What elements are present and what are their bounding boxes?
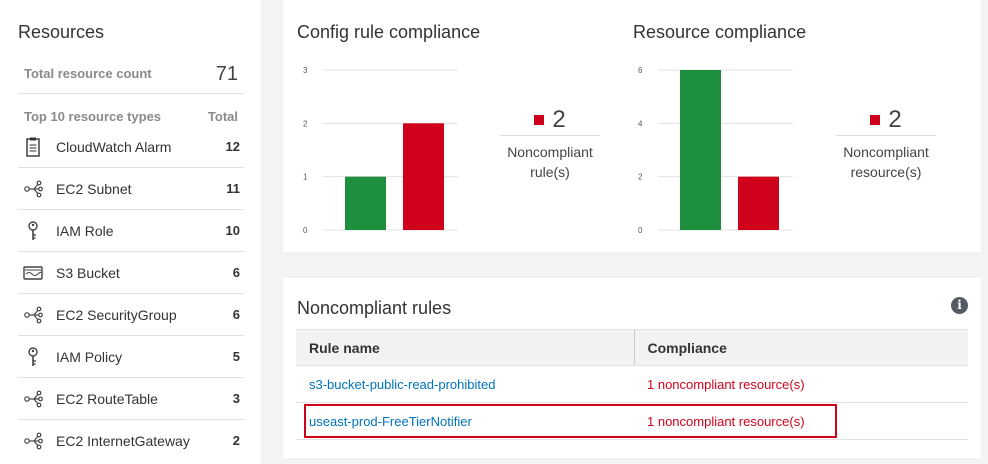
column-header-compliance[interactable]: Compliance <box>633 329 968 366</box>
y-tick-label: 3 <box>303 66 308 75</box>
noncompliant-rules-table: Rule name Compliance s3-bucket-public-re… <box>296 329 968 440</box>
noncompliant-resources-label-line2: resource(s) <box>850 164 922 180</box>
key-icon <box>22 346 44 368</box>
compliance-panel: Config rule compliance 0 1 2 3 2 Noncomplia… <box>283 0 981 252</box>
resource-type-count: 2 <box>232 433 240 448</box>
resource-type-count: 12 <box>225 139 240 154</box>
column-header-rule-name[interactable]: Rule name <box>296 329 634 366</box>
table-header-row: Rule name Compliance <box>296 329 968 366</box>
noncompliant-resources-count: 2 <box>888 105 902 133</box>
info-icon[interactable]: i <box>951 297 968 314</box>
y-tick-label: 0 <box>303 226 308 235</box>
resource-type-row[interactable]: EC2 RouteTable 3 <box>18 378 244 420</box>
resource-type-row[interactable]: EC2 Subnet 11 <box>18 168 244 210</box>
key-icon <box>22 220 44 242</box>
resource-type-count: 10 <box>225 223 240 238</box>
top-resource-types-label: Top 10 resource types <box>24 109 162 124</box>
resources-title: Resources <box>18 22 105 42</box>
total-resource-count-value: 71 <box>215 63 238 85</box>
noncompliant-swatch <box>870 114 881 125</box>
resource-type-count: 6 <box>232 265 240 280</box>
compliance-status: 1 noncompliant resource(s) <box>634 365 968 403</box>
config-rule-compliance-chart: 0 1 2 3 <box>303 66 458 235</box>
rule-name-link[interactable]: useast-prod-FreeTierNotifier <box>296 402 634 440</box>
y-tick-label: 0 <box>638 226 643 235</box>
resource-type-row[interactable]: CloudWatch Alarm 12 <box>18 126 244 168</box>
total-resource-count-label: Total resource count <box>24 66 152 81</box>
resource-type-row[interactable]: EC2 SecurityGroup 6 <box>18 294 244 336</box>
resource-type-count: 3 <box>232 391 240 406</box>
resource-type-name: IAM Role <box>56 223 114 239</box>
resource-type-count: 5 <box>232 349 240 364</box>
resource-compliance-chart: 0 2 4 6 <box>638 66 793 235</box>
network-icon <box>22 388 44 410</box>
resources-panel: Resources Total resource count 71 Top 10… <box>0 0 261 464</box>
bucket-icon <box>22 262 44 284</box>
total-column-label: Total <box>207 109 238 124</box>
resource-type-count: 6 <box>232 307 240 322</box>
y-tick-label: 6 <box>638 66 643 75</box>
resource-type-row[interactable]: S3 Bucket 6 <box>18 252 244 294</box>
resource-type-name: EC2 RouteTable <box>56 391 158 407</box>
resource-type-row[interactable]: EC2 InternetGateway 2 <box>18 420 244 462</box>
noncompliant-rules-label-line2: rule(s) <box>530 164 570 180</box>
resource-type-name: EC2 SecurityGroup <box>56 307 177 323</box>
resource-type-name: EC2 InternetGateway <box>56 433 190 449</box>
bar-noncompliant[interactable] <box>738 176 779 230</box>
noncompliant-rules-count: 2 <box>552 105 566 133</box>
resource-type-count: 11 <box>226 181 240 196</box>
resource-type-row[interactable]: IAM Policy 5 <box>18 336 244 378</box>
network-icon <box>22 178 44 200</box>
resource-compliance-title: Resource compliance <box>633 22 807 42</box>
noncompliant-swatch <box>534 114 545 125</box>
resource-type-name: IAM Policy <box>56 349 123 365</box>
y-tick-label: 2 <box>638 173 643 182</box>
bar-compliant[interactable] <box>680 70 721 230</box>
bar-compliant[interactable] <box>345 176 386 230</box>
resource-type-name: S3 Bucket <box>56 265 120 281</box>
network-icon <box>22 304 44 326</box>
rule-name-link[interactable]: s3-bucket-public-read-prohibited <box>296 365 634 403</box>
total-resource-count-row[interactable]: Total resource count 71 <box>18 56 244 94</box>
bar-noncompliant[interactable] <box>403 123 444 230</box>
resource-type-row[interactable]: IAM Role 10 <box>18 210 244 252</box>
noncompliant-rules-label-line1: Noncompliant <box>507 144 593 160</box>
resource-types-list: CloudWatch Alarm 12 EC2 Subnet 11 IAM Role 10… <box>18 126 244 462</box>
config-rule-compliance-title: Config rule compliance <box>297 22 481 42</box>
network-icon <box>22 430 44 452</box>
resource-type-name: CloudWatch Alarm <box>56 139 172 155</box>
noncompliant-rules-panel: Noncompliant rules i Rule name Complianc… <box>283 278 981 458</box>
y-tick-label: 4 <box>638 119 643 128</box>
clipboard-icon <box>22 136 44 158</box>
table-row: useast-prod-FreeTierNotifier 1 noncompli… <box>296 402 968 440</box>
noncompliant-rules-title: Noncompliant rules <box>297 298 452 318</box>
y-tick-label: 2 <box>303 119 308 128</box>
resource-type-name: EC2 Subnet <box>56 181 132 197</box>
resource-types-header: Top 10 resource types Total <box>18 108 244 126</box>
noncompliant-rules-summary[interactable]: 2 Noncompliant rule(s) <box>500 104 600 182</box>
table-row: s3-bucket-public-read-prohibited 1 nonco… <box>296 365 968 403</box>
y-tick-label: 1 <box>303 173 308 182</box>
noncompliant-resources-summary[interactable]: 2 Noncompliant resource(s) <box>836 104 936 182</box>
compliance-status: 1 noncompliant resource(s) <box>634 402 968 440</box>
noncompliant-resources-label-line1: Noncompliant <box>843 144 929 160</box>
